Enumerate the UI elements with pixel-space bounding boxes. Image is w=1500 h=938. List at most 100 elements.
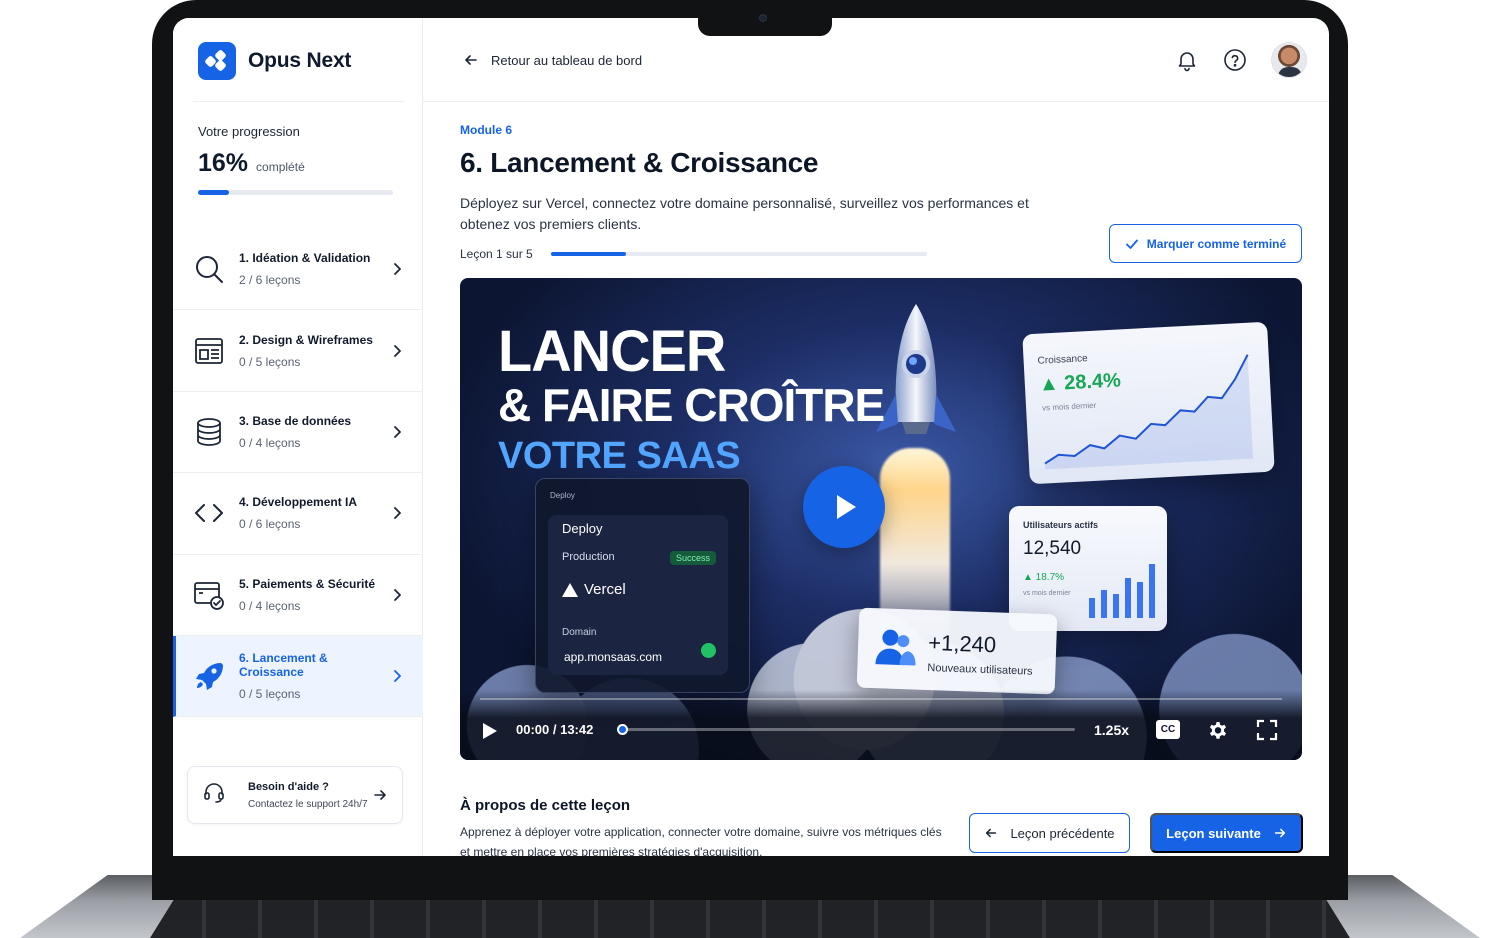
- module-title: 6. Lancement & Croissance: [239, 651, 328, 680]
- active-users-sub: vs mois dernier: [1023, 590, 1071, 597]
- sidebar-module-2[interactable]: 2. Design & Wireframes 0 / 5 leçons: [173, 310, 423, 392]
- module-title: 4. Développement IA: [239, 495, 358, 510]
- deploy-domain: app.monsaas.com: [564, 650, 663, 664]
- lesson-progress-bar: [550, 252, 927, 256]
- gear-icon[interactable]: [1206, 718, 1230, 742]
- camera-notch: [698, 0, 832, 36]
- search-icon: [193, 253, 225, 285]
- brand[interactable]: Opus Next: [198, 42, 351, 80]
- back-label: Retour au tableau de bord: [491, 52, 643, 68]
- video-controls: 00:00 / 13:42 1.25x CC: [460, 690, 1302, 760]
- check-icon: [1125, 239, 1138, 249]
- active-users-value: 12,540: [1023, 538, 1082, 559]
- progress-suffix: complété: [256, 160, 305, 174]
- hero-line-2: & FAIRE CROÎTRE: [498, 379, 885, 431]
- active-users-bar-chart: [1089, 564, 1155, 618]
- chevron-right-icon: [387, 344, 407, 358]
- hero-line-1: LANCER: [498, 317, 726, 384]
- module-lesson-count: 0 / 4 leçons: [239, 598, 301, 613]
- users-icon: [875, 629, 916, 666]
- play-icon[interactable]: [480, 722, 498, 740]
- active-users-card: Utilisateurs actifs 12,540 ▲ 18.7% vs mo…: [1009, 506, 1167, 631]
- camera-icon: [759, 14, 767, 22]
- video-scrubber[interactable]: [617, 724, 1075, 735]
- bell-icon[interactable]: [1175, 48, 1199, 72]
- lesson-description: Déployez sur Vercel, connectez votre dom…: [460, 195, 1029, 232]
- arrow-right-icon: [1274, 828, 1285, 838]
- mark-complete-button[interactable]: Marquer comme terminé: [1109, 224, 1302, 263]
- chevron-right-icon: [387, 425, 407, 439]
- lesson-title: 6. Lancement & Croissance: [460, 147, 819, 178]
- headset-icon: [202, 781, 228, 810]
- video-player[interactable]: LANCER & FAIRE CROÎTRE VOTRE SAAS Deploy…: [460, 278, 1302, 760]
- about-text: Apprenez à déployer votre application, c…: [460, 825, 942, 856]
- module-title: 2. Design & Wireframes: [239, 332, 373, 347]
- video-time: 00:00 / 13:42: [516, 722, 594, 737]
- database-icon: [193, 416, 225, 448]
- video-play-button[interactable]: [803, 466, 885, 548]
- new-users-label: Nouveaux utilisateurs: [927, 661, 1033, 678]
- captions-button[interactable]: CC: [1156, 720, 1180, 739]
- growth-card: Croissance ▲ 28.4% vs mois dernier: [1022, 321, 1275, 485]
- lesson-progress-text: Leçon 1 sur 5: [460, 247, 533, 261]
- chevron-right-icon: [387, 669, 407, 683]
- back-to-dashboard-link[interactable]: Retour au tableau de bord: [463, 52, 642, 68]
- course-progress-fill: [198, 190, 230, 195]
- chevron-right-icon: [387, 506, 407, 520]
- module-lesson-count: 0 / 5 leçons: [239, 354, 301, 369]
- scrubber-handle[interactable]: [617, 724, 628, 735]
- sidebar-module-6[interactable]: 6. Lancement & Croissance 0 / 5 leçons: [173, 635, 423, 718]
- help-circle-icon[interactable]: [1223, 48, 1247, 72]
- playback-speed[interactable]: 1.25x: [1094, 722, 1129, 738]
- sidebar-module-1[interactable]: 1. Idéation & Validation 2 / 6 leçons: [173, 229, 423, 311]
- sidebar: Opus Next Votre progression 16% complété…: [173, 18, 423, 856]
- sidebar-module-5[interactable]: 5. Paiements & Sécurité 0 / 4 leçons: [173, 555, 423, 636]
- module-tag: Module 6: [460, 123, 513, 137]
- sidebar-module-4[interactable]: 4. Développement IA 0 / 6 leçons: [173, 473, 423, 555]
- app-screen: Opus Next Votre progression 16% complété…: [173, 18, 1329, 856]
- deploy-provider-name: Vercel: [584, 581, 626, 598]
- rocket-icon: [193, 660, 225, 692]
- avatar[interactable]: [1271, 42, 1307, 78]
- help-title: Besoin d'aide ?: [248, 780, 329, 793]
- module-lesson-count: 0 / 6 leçons: [239, 517, 301, 532]
- progress-percent: 16%: [198, 149, 249, 177]
- deploy-status-badge: Success: [669, 551, 716, 565]
- deploy-domain-label: Domain: [562, 627, 597, 638]
- chevron-right-icon: [387, 588, 407, 602]
- course-progress-bar: [198, 190, 393, 195]
- arrow-left-icon: [465, 55, 477, 65]
- video-buffer-line: [480, 698, 1282, 700]
- deploy-card: Deploy Deploy Production Success Vercel …: [535, 478, 750, 693]
- next-lesson-button[interactable]: Leçon suivante: [1150, 813, 1303, 853]
- topbar-actions: [1175, 42, 1307, 78]
- deploy-header: Deploy: [550, 491, 575, 500]
- module-lesson-count: 0 / 5 leçons: [239, 687, 301, 702]
- brand-logo-icon: [198, 42, 236, 80]
- previous-lesson-button[interactable]: Leçon précédente: [969, 813, 1130, 853]
- mark-complete-label: Marquer comme terminé: [1146, 236, 1287, 251]
- fullscreen-icon[interactable]: [1256, 719, 1278, 741]
- active-users-change: ▲ 18.7%: [1023, 572, 1065, 583]
- check-circle-icon: [701, 643, 716, 658]
- progress-summary: 16% complété: [198, 149, 305, 178]
- help-card[interactable]: Besoin d'aide ? Contactez le support 24h…: [187, 766, 403, 824]
- previous-lesson-label: Leçon précédente: [1010, 825, 1115, 841]
- chevron-right-icon: [387, 262, 407, 276]
- module-list: 1. Idéation & Validation 2 / 6 leçons 2. D…: [173, 229, 423, 718]
- deploy-title: Deploy: [562, 521, 603, 536]
- sidebar-module-3[interactable]: 3. Base de données 0 / 4 leçons: [173, 392, 423, 474]
- topbar: Retour au tableau de bord: [423, 18, 1329, 102]
- play-icon: [837, 495, 856, 519]
- active-users-label: Utilisateurs actifs: [1023, 520, 1099, 530]
- deploy-panel: Deploy Production Success Vercel Domain …: [548, 515, 728, 675]
- module-lesson-count: 0 / 4 leçons: [239, 435, 301, 450]
- next-lesson-label: Leçon suivante: [1166, 825, 1261, 841]
- arrow-left-icon: [986, 828, 997, 838]
- module-title: 1. Idéation & Validation: [239, 251, 371, 266]
- about-title: À propos de cette leçon: [460, 797, 631, 814]
- divider: [193, 101, 404, 102]
- deploy-provider: Vercel: [562, 581, 626, 598]
- hero-line-3: VOTRE SAAS: [498, 435, 741, 477]
- code-icon: [193, 497, 225, 529]
